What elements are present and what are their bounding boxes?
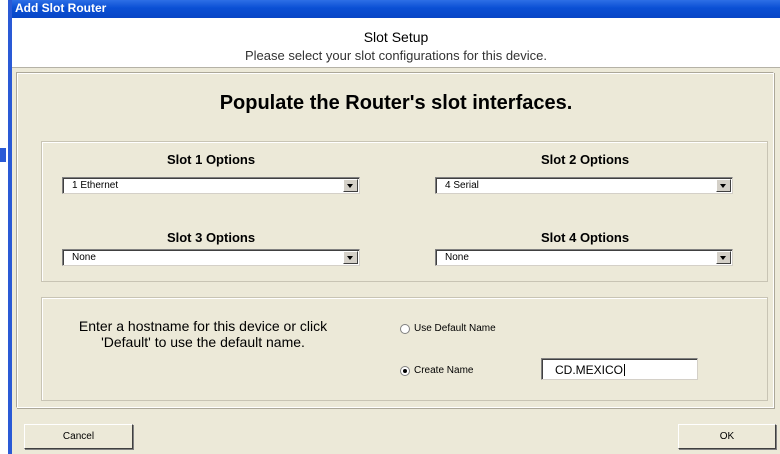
slot-2-label: Slot 2 Options [540, 152, 630, 167]
hostname-value: CD.MEXICO [555, 363, 624, 377]
chevron-down-icon[interactable] [343, 179, 358, 192]
slot-3-value: None [72, 252, 96, 263]
header-title: Slot Setup [363, 29, 429, 45]
chevron-down-icon[interactable] [716, 179, 731, 192]
cancel-button-label: Cancel [62, 431, 95, 442]
dialog-header: Slot Setup Please select your slot confi… [12, 18, 780, 68]
add-slot-router-dialog: Add Slot Router Slot Setup Please select… [12, 0, 780, 454]
slot-4-select[interactable]: None [435, 249, 733, 266]
slot-4-label: Slot 4 Options [540, 230, 630, 245]
window-title: Add Slot Router [15, 1, 107, 15]
ok-button-label: OK [719, 431, 735, 442]
radio-icon[interactable] [400, 324, 410, 334]
chevron-down-icon[interactable] [343, 251, 358, 264]
hostname-instructions: Enter a hostname for this device or clic… [78, 318, 328, 350]
background-selection-marker [0, 148, 6, 162]
slot-1-select[interactable]: 1 Ethernet [62, 177, 360, 194]
title-bar[interactable]: Add Slot Router [12, 0, 780, 18]
chevron-down-icon[interactable] [716, 251, 731, 264]
slot-2-value: 4 Serial [445, 180, 479, 191]
cancel-button[interactable]: Cancel [24, 424, 133, 449]
slot-4-value: None [445, 252, 469, 263]
slot-3-label: Slot 3 Options [166, 230, 256, 245]
page-heading: Populate the Router's slot interfaces. [219, 92, 573, 114]
header-subtitle: Please select your slot configurations f… [244, 48, 548, 63]
slot-1-label: Slot 1 Options [166, 152, 256, 167]
slot-2-select[interactable]: 4 Serial [435, 177, 733, 194]
radio-icon[interactable] [400, 366, 410, 376]
use-default-name-label[interactable]: Use Default Name [414, 323, 496, 334]
ok-button[interactable]: OK [678, 424, 776, 449]
slot-3-select[interactable]: None [62, 249, 360, 266]
create-name-label[interactable]: Create Name [414, 365, 473, 376]
hostname-input[interactable]: CD.MEXICO [541, 358, 698, 380]
slot-1-value: 1 Ethernet [72, 180, 119, 191]
background-window-edge [0, 0, 12, 454]
